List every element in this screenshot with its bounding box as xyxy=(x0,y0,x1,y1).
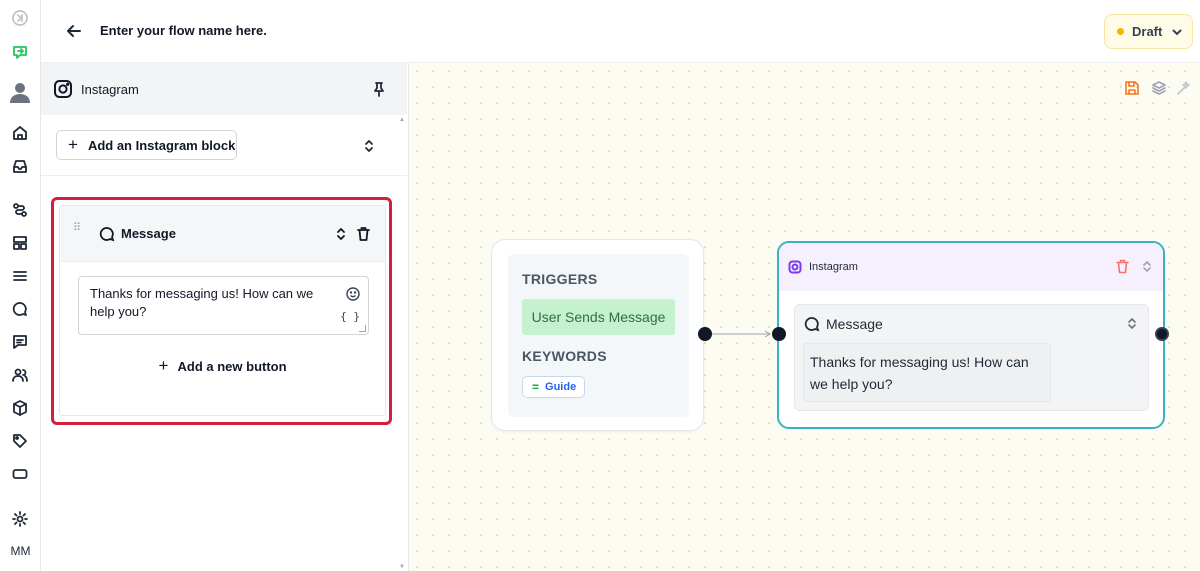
left-nav-rail: MM xyxy=(0,0,41,571)
chat-icon[interactable] xyxy=(10,299,30,319)
card-icon[interactable] xyxy=(10,464,30,484)
home-icon[interactable] xyxy=(10,123,30,143)
message-block-highlight: ⠿ Message Thanks for messaging us! How c… xyxy=(51,197,392,425)
trash-icon[interactable] xyxy=(356,226,371,242)
trigger-chip[interactable]: User Sends Message xyxy=(522,299,675,335)
user-avatar-icon[interactable] xyxy=(8,80,32,104)
trigger-node-body: TRIGGERS User Sends Message KEYWORDS = G… xyxy=(508,254,689,417)
equals-icon: = xyxy=(532,380,540,394)
message-block-header: ⠿ Message xyxy=(60,206,385,262)
inbox-icon[interactable] xyxy=(10,156,30,176)
tag-icon[interactable] xyxy=(10,431,30,451)
settings-icon[interactable] xyxy=(10,509,30,529)
trash-icon[interactable] xyxy=(1116,259,1129,274)
panel-title: Instagram xyxy=(81,82,139,97)
scroll-down-arrow[interactable]: ▼ xyxy=(399,564,405,570)
chevron-updown-icon[interactable] xyxy=(1142,260,1152,273)
collapse-icon[interactable] xyxy=(10,8,30,28)
variables-icon[interactable]: { } xyxy=(340,308,360,326)
flow-icon[interactable] xyxy=(10,42,30,62)
instagram-output-handle[interactable] xyxy=(1155,327,1169,341)
instagram-node[interactable]: Instagram Message Thanks for messaging u… xyxy=(777,241,1165,429)
add-block-label: Add an Instagram block xyxy=(87,137,236,153)
pin-icon[interactable] xyxy=(371,81,387,97)
chevron-updown-icon[interactable] xyxy=(1127,317,1137,330)
chevron-updown-icon[interactable] xyxy=(363,139,375,153)
list-icon[interactable] xyxy=(10,266,30,286)
add-instagram-block-button[interactable]: + Add an Instagram block xyxy=(56,130,237,160)
divider xyxy=(41,175,407,176)
layers-icon[interactable] xyxy=(1151,80,1167,96)
message-bubble-icon xyxy=(804,316,820,332)
plus-icon: + xyxy=(158,356,169,375)
message-square-icon[interactable] xyxy=(10,332,30,352)
magic-wand-icon[interactable] xyxy=(1176,80,1192,96)
message-block-title: Message xyxy=(121,226,176,241)
message-text: Thanks for messaging us! How can we help… xyxy=(90,286,314,319)
top-bar: Enter your flow name here. Draft xyxy=(41,0,1200,63)
trigger-node[interactable]: TRIGGERS User Sends Message KEYWORDS = G… xyxy=(491,239,704,431)
chevron-down-icon xyxy=(1171,26,1183,38)
box-icon[interactable] xyxy=(10,398,30,418)
emoji-icon[interactable] xyxy=(346,287,360,301)
status-dot xyxy=(1117,28,1124,35)
routes-icon[interactable] xyxy=(10,200,30,220)
scroll-up-arrow[interactable]: ▲ xyxy=(399,117,405,123)
instagram-message-block[interactable]: Message Thanks for messaging us! How can… xyxy=(794,304,1149,411)
add-new-button[interactable]: + Add a new button xyxy=(60,356,385,376)
back-arrow-icon[interactable] xyxy=(65,22,83,40)
status-dropdown[interactable]: Draft xyxy=(1104,14,1193,49)
plus-icon: + xyxy=(68,135,78,154)
resize-handle-icon[interactable] xyxy=(359,325,366,332)
panel-header: Instagram xyxy=(41,63,407,115)
instagram-message-title: Message xyxy=(826,316,883,332)
flow-canvas[interactable]: TRIGGERS User Sends Message KEYWORDS = G… xyxy=(409,63,1200,571)
instagram-icon xyxy=(788,260,802,274)
instagram-node-title: Instagram xyxy=(809,261,858,273)
user-initials[interactable]: MM xyxy=(0,544,41,558)
message-bubble-icon xyxy=(99,226,115,242)
add-new-button-label: Add a new button xyxy=(177,359,287,374)
save-icon[interactable] xyxy=(1124,80,1140,96)
flow-name-input[interactable]: Enter your flow name here. xyxy=(100,23,267,38)
instagram-message-text: Thanks for messaging us! How can we help… xyxy=(803,343,1051,402)
keyword-label: Guide xyxy=(545,381,577,393)
message-block[interactable]: ⠿ Message Thanks for messaging us! How c… xyxy=(59,205,386,416)
trigger-output-handle[interactable] xyxy=(698,327,712,341)
users-icon[interactable] xyxy=(10,365,30,385)
triggers-heading: TRIGGERS xyxy=(522,271,598,287)
instagram-input-handle[interactable] xyxy=(772,327,786,341)
instagram-icon xyxy=(53,79,73,99)
keywords-heading: KEYWORDS xyxy=(522,348,607,364)
layout-icon[interactable] xyxy=(10,233,30,253)
chevron-updown-icon[interactable] xyxy=(335,227,347,241)
drag-handle-icon[interactable]: ⠿ xyxy=(73,223,83,234)
instagram-node-header: Instagram xyxy=(779,243,1163,291)
block-panel: Instagram ▲ + Add an Instagram block ⠿ M… xyxy=(41,63,409,571)
message-textarea[interactable]: Thanks for messaging us! How can we help… xyxy=(78,276,369,335)
status-label: Draft xyxy=(1132,24,1163,39)
keyword-chip[interactable]: = Guide xyxy=(522,376,585,398)
